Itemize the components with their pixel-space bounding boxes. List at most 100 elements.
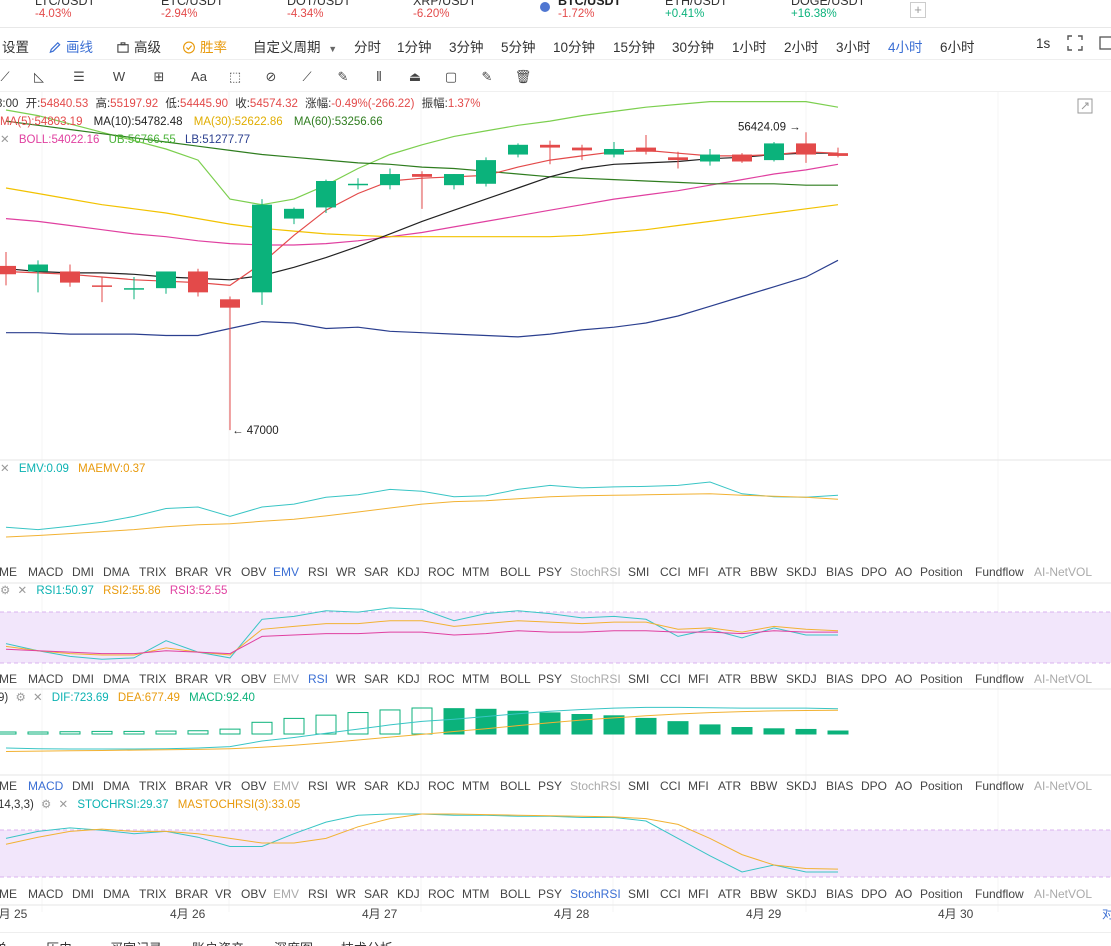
indicator-tab[interactable]: MACD <box>28 565 64 579</box>
indicator-tab[interactable]: Fundflow <box>975 672 1024 686</box>
candle-body[interactable] <box>284 208 304 219</box>
trendline-tool-icon[interactable]: ⟋ <box>0 68 14 86</box>
trash-icon[interactable]: 🗑 <box>514 68 532 86</box>
link-icon[interactable]: ⊘ <box>262 68 280 86</box>
refresh-interval[interactable]: 1s <box>1036 36 1050 51</box>
indicator-tab[interactable]: BOLL <box>500 672 531 686</box>
indicator-tab[interactable]: MFI <box>688 887 709 901</box>
text-tool-icon[interactable]: Aa <box>190 68 208 86</box>
period-option[interactable]: 10分钟 <box>553 36 595 56</box>
indicator-tab[interactable]: SKDJ <box>786 672 817 686</box>
period-option[interactable]: 30分钟 <box>672 36 714 56</box>
brush-icon[interactable]: ✎ <box>334 68 352 86</box>
indicator-tab[interactable]: OBV <box>241 565 266 579</box>
candle-body[interactable] <box>412 174 432 177</box>
indicator-tab[interactable]: DPO <box>861 779 887 793</box>
indicator-tab[interactable]: SMI <box>628 779 649 793</box>
candle-body[interactable] <box>700 154 720 162</box>
indicator-tab[interactable]: WR <box>336 779 356 793</box>
indicator-tab[interactable]: RSI <box>308 887 328 901</box>
indicator-tab[interactable]: EMV <box>273 779 299 793</box>
indicator-tab[interactable]: VR <box>215 887 232 901</box>
indicator-tab[interactable]: EMV <box>273 565 299 579</box>
candle-body[interactable] <box>316 180 336 208</box>
indicator-tab[interactable]: AI-NetVOL <box>1034 672 1092 686</box>
indicator-tab[interactable]: WR <box>336 672 356 686</box>
indicator-tab[interactable]: BIAS <box>826 672 853 686</box>
indicator-tab[interactable]: DMI <box>72 672 94 686</box>
angle-tool-icon[interactable]: ◺ <box>30 68 48 86</box>
indicator-tab[interactable]: BOLL <box>500 887 531 901</box>
indicator-tab[interactable]: BRAR <box>175 887 209 901</box>
indicator-tab[interactable]: ATR <box>718 887 741 901</box>
window-icon[interactable] <box>1098 35 1111 54</box>
indicator-tab[interactable]: DMI <box>72 565 94 579</box>
indicator-tab[interactable]: EMV <box>273 672 299 686</box>
indicator-tab[interactable]: AO <box>895 887 912 901</box>
indicator-tab[interactable]: KDJ <box>397 672 420 686</box>
indicator-tab[interactable]: Fundflow <box>975 565 1024 579</box>
ticker-tab[interactable]: XRP/USDT -6.20% <box>413 0 476 24</box>
fullscreen-icon[interactable] <box>1067 35 1083 54</box>
indicator-tab[interactable]: DMI <box>72 887 94 901</box>
indicator-tab[interactable]: BIAS <box>826 887 853 901</box>
indicator-tab[interactable]: KDJ <box>397 779 420 793</box>
custom-period-dropdown[interactable]: 自定义周期 ▼ <box>253 36 337 56</box>
candle-body[interactable] <box>444 174 464 186</box>
indicator-tab[interactable]: MFI <box>688 779 709 793</box>
indicator-tab[interactable]: ROC <box>428 672 455 686</box>
ticker-tab[interactable]: BTC/USDT -1.72% <box>540 0 621 24</box>
indicator-tab[interactable]: BRAR <box>175 565 209 579</box>
ticker-tab[interactable]: ETC/USDT -2.94% <box>161 0 224 24</box>
period-option[interactable]: 1小时 <box>732 36 767 56</box>
indicator-tab[interactable]: OBV <box>241 779 266 793</box>
candle-body[interactable] <box>220 299 240 308</box>
indicator-tab[interactable]: PSY <box>538 565 562 579</box>
candle-body[interactable] <box>188 271 208 293</box>
indicator-tab[interactable]: MFI <box>688 565 709 579</box>
bottom-tab[interactable]: 技术分析 <box>341 938 393 946</box>
indicator-tab[interactable]: AO <box>895 565 912 579</box>
expand-icon[interactable] <box>1077 98 1093 114</box>
indicator-tab[interactable]: ATR <box>718 779 741 793</box>
indicator-tab[interactable]: Position <box>920 779 963 793</box>
indicator-tab[interactable]: PSY <box>538 779 562 793</box>
candle-body[interactable] <box>796 143 816 155</box>
indicator-tab[interactable]: CCI <box>660 565 681 579</box>
candle-body[interactable] <box>572 147 592 151</box>
indicator-tab[interactable]: OBV <box>241 672 266 686</box>
period-option[interactable]: 5分钟 <box>501 36 536 56</box>
bottom-tab[interactable]: 单 <box>0 938 7 946</box>
indicator-tab[interactable]: DPO <box>861 672 887 686</box>
candle-body[interactable] <box>508 144 528 155</box>
bottom-tab[interactable]: 历史 <box>46 938 72 946</box>
period-option[interactable]: 3分钟 <box>449 36 484 56</box>
indicator-tab[interactable]: CCI <box>660 672 681 686</box>
indicator-tab[interactable]: TRIX <box>139 779 166 793</box>
candle-body[interactable] <box>636 147 656 152</box>
indicator-tab[interactable]: SAR <box>364 779 389 793</box>
candle-body[interactable] <box>156 271 176 289</box>
indicator-tab[interactable]: DMI <box>72 779 94 793</box>
indicator-tab[interactable]: WR <box>336 887 356 901</box>
indicator-tab[interactable]: MACD <box>28 779 64 793</box>
indicator-tab[interactable]: DMA <box>103 672 130 686</box>
indicator-tab[interactable]: RSI <box>308 565 328 579</box>
indicator-tab[interactable]: SKDJ <box>786 565 817 579</box>
indicator-tab[interactable]: VR <box>215 565 232 579</box>
indicator-tab[interactable]: PSY <box>538 672 562 686</box>
indicator-tab[interactable]: MTM <box>462 779 489 793</box>
indicator-tab[interactable]: MTM <box>462 672 489 686</box>
indicator-tab[interactable]: DMA <box>103 779 130 793</box>
indicator-tab[interactable]: SAR <box>364 565 389 579</box>
indicator-tab[interactable]: ROC <box>428 887 455 901</box>
candle-body[interactable] <box>28 264 48 272</box>
indicator-tab[interactable]: MACD <box>28 887 64 901</box>
wave-tool-icon[interactable]: W <box>110 68 128 86</box>
indicator-tab[interactable]: Position <box>920 672 963 686</box>
candle-body[interactable] <box>476 160 496 184</box>
indicator-tab[interactable]: Fundflow <box>975 779 1024 793</box>
indicator-tab[interactable]: StochRSI <box>570 887 621 901</box>
note-icon[interactable]: ✎ <box>478 68 496 86</box>
indicator-tab[interactable]: BBW <box>750 672 778 686</box>
